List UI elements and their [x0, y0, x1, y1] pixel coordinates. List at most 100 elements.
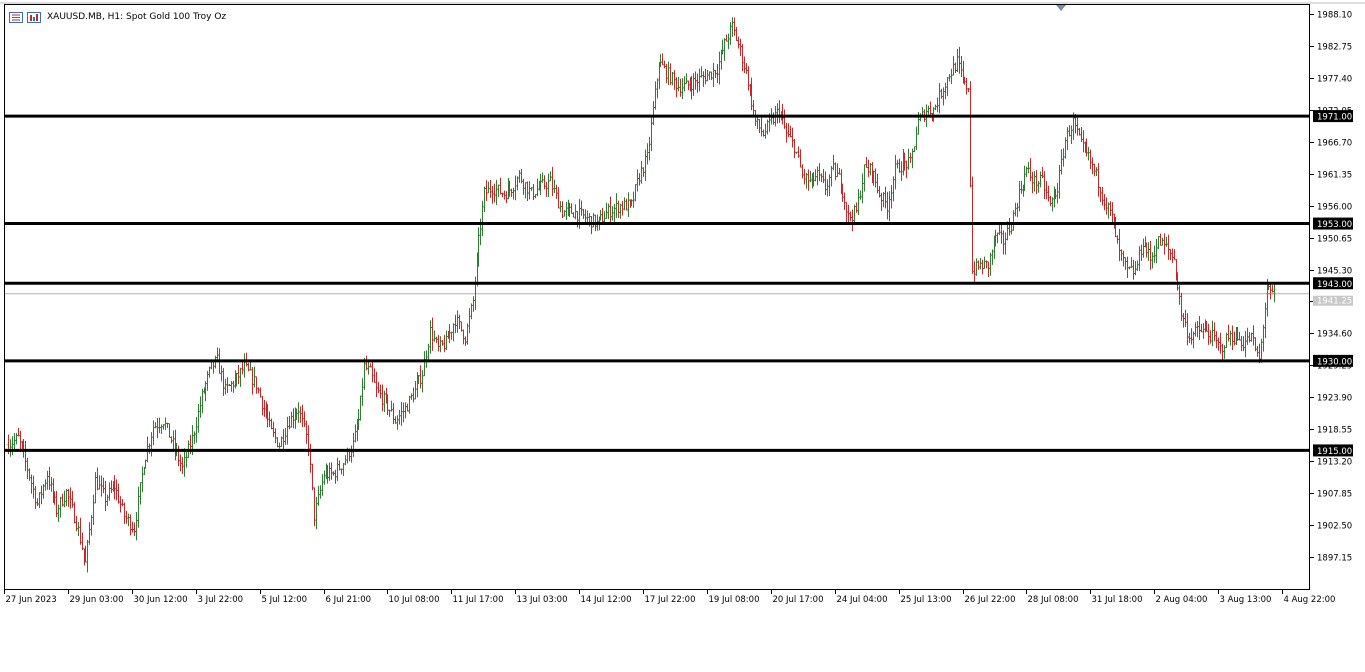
- ohlc-bar: [981, 259, 984, 275]
- ohlc-bar: [1126, 256, 1129, 278]
- ohlc-bar: [859, 190, 862, 200]
- ohlc-bar: [1118, 228, 1121, 262]
- ohlc-bar: [239, 367, 242, 387]
- ohlc-bar: [1256, 345, 1259, 357]
- ohlc-bar: [166, 422, 169, 429]
- ohlc-bar: [956, 48, 959, 72]
- ohlc-bar: [1097, 163, 1100, 197]
- ohlc-bar: [863, 164, 866, 192]
- ohlc-bar: [115, 479, 118, 501]
- y-tick-label: 1982.75: [1317, 43, 1352, 53]
- bar-chart-icon[interactable]: [27, 11, 41, 23]
- ohlc-bar: [1010, 224, 1013, 235]
- ohlc-bar: [305, 420, 308, 444]
- ohlc-bar: [42, 484, 45, 499]
- ohlc-bar: [123, 502, 126, 524]
- ohlc-bar: [1039, 171, 1042, 188]
- ohlc-bar: [987, 261, 990, 277]
- ohlc-bar: [958, 46, 961, 74]
- expand-arrow-icon[interactable]: [1056, 5, 1066, 11]
- ohlc-bar: [1173, 249, 1176, 261]
- ohlc-bar: [1099, 186, 1102, 203]
- ohlc-bar: [148, 443, 151, 454]
- ohlc-bar: [98, 475, 101, 490]
- ohlc-bar: [1219, 332, 1222, 354]
- ohlc-bar: [1153, 245, 1156, 263]
- ohlc-bar: [1221, 343, 1224, 362]
- ohlc-bar: [270, 418, 273, 430]
- ohlc-bar: [303, 411, 306, 428]
- ohlc-bar: [1151, 252, 1154, 269]
- ohlc-bar: [172, 430, 175, 450]
- ohlc-bar: [421, 370, 424, 393]
- ohlc-bar: [973, 261, 976, 284]
- ohlc-bar: [805, 172, 808, 189]
- level-price-label: 1971.00: [1317, 113, 1352, 123]
- ohlc-bar: [524, 182, 527, 199]
- ohlc-bar: [522, 178, 525, 195]
- ohlc-bar: [712, 62, 715, 88]
- x-tick-label: 26 Jul 22:00: [965, 595, 1016, 605]
- ohlc-bar: [491, 185, 494, 204]
- candlestick-menu-icon[interactable]: [9, 11, 23, 23]
- ohlc-bar: [801, 164, 804, 179]
- ohlc-bar: [545, 181, 548, 197]
- ohlc-bar: [292, 408, 295, 429]
- ohlc-bar: [776, 103, 779, 124]
- ohlc-bar: [441, 339, 444, 346]
- ohlc-bar: [263, 399, 266, 417]
- ohlc-bar: [1211, 320, 1214, 347]
- ohlc-bar: [677, 76, 680, 92]
- ohlc-bar: [510, 188, 513, 197]
- ohlc-bar: [1260, 338, 1263, 363]
- ohlc-bar: [679, 78, 682, 97]
- ohlc-bar: [131, 521, 134, 533]
- price-chart[interactable]: 1988.101982.751977.401972.051966.701961.…: [0, 0, 1365, 672]
- x-tick-label: 30 Jun 12:00: [134, 595, 188, 605]
- ohlc-bar: [466, 323, 469, 345]
- ohlc-bar: [251, 367, 254, 395]
- ohlc-bar: [1085, 138, 1088, 157]
- ohlc-bar: [621, 200, 624, 216]
- ohlc-bar: [19, 430, 22, 452]
- ohlc-bar: [1215, 331, 1218, 349]
- y-tick-label: 1988.10: [1317, 11, 1352, 21]
- ohlc-bar: [1045, 181, 1048, 200]
- ohlc-bar: [826, 179, 829, 197]
- y-tick-label: 1902.50: [1317, 522, 1352, 532]
- ohlc-bar: [547, 173, 550, 198]
- ohlc-bar: [644, 149, 647, 182]
- ohlc-bar: [549, 171, 552, 182]
- ohlc-bar: [888, 191, 891, 222]
- ohlc-bar: [406, 403, 409, 412]
- ohlc-bar: [363, 358, 366, 390]
- ohlc-bar: [894, 154, 897, 190]
- ohlc-bar: [1223, 345, 1226, 359]
- ohlc-bar: [1018, 180, 1021, 212]
- ohlc-bar: [150, 432, 153, 457]
- ohlc-bar: [857, 189, 860, 216]
- ohlc-bar: [1087, 146, 1090, 161]
- ohlc-bar: [1130, 257, 1133, 269]
- ohlc-bar: [915, 126, 918, 150]
- y-tick-label: 1918.55: [1317, 426, 1352, 436]
- ohlc-bar: [427, 343, 430, 362]
- ohlc-bar: [121, 499, 124, 507]
- ohlc-bar: [497, 184, 500, 198]
- ohlc-bar: [1242, 336, 1245, 352]
- ohlc-bar: [642, 167, 645, 177]
- ohlc-bar: [696, 73, 699, 93]
- ohlc-bar: [667, 61, 670, 85]
- ohlc-bar: [634, 184, 637, 202]
- ohlc-bar: [543, 175, 546, 190]
- ohlc-bar: [570, 203, 573, 214]
- ohlc-bar: [954, 62, 957, 73]
- ohlc-bar: [17, 428, 20, 437]
- ohlc-bar: [336, 457, 339, 482]
- ohlc-bar: [934, 104, 937, 111]
- ohlc-bar: [896, 159, 899, 169]
- ohlc-bar: [106, 494, 109, 506]
- ohlc-bar: [499, 177, 502, 195]
- x-tick-label: 17 Jul 22:00: [645, 595, 696, 605]
- ohlc-bar: [439, 336, 442, 353]
